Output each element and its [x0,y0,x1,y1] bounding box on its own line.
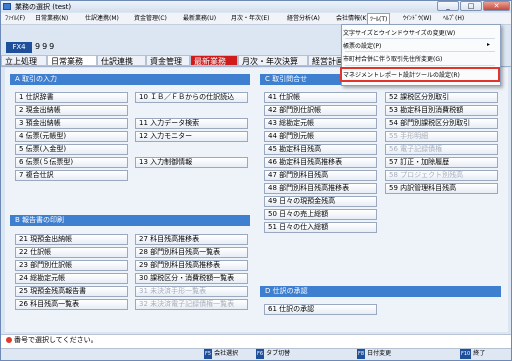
menu-item-10[interactable]: 10 ＩＢ／ＦＢからの仕訳読込 [135,92,248,103]
menu-item-22[interactable]: 22 仕訳帳 [15,247,128,258]
menu-item-23[interactable]: 23 部門別仕訳帳 [15,260,128,271]
menu-item-21[interactable]: 21 現預金出納帳 [15,234,128,245]
tab-funds[interactable]: 資金管理 [146,55,190,66]
menu-separator [345,38,495,39]
menu-item-61[interactable]: 61 仕訳の承認 [264,304,377,315]
menu-item-58: 58 プロジェクト別残高 [385,170,498,181]
menu-analysis[interactable]: 経営分析(A) [285,13,322,24]
menu-item-26[interactable]: 26 科目残高一覧表 [15,299,128,310]
menu-file[interactable]: ﾌｧｲﾙ(F) [3,13,27,24]
menu-company-info[interactable]: 会社情報(K) [334,13,371,24]
menu-item-52[interactable]: 52 課税区分別取引 [385,92,498,103]
tab-latest[interactable]: 最新業務 [190,55,238,66]
menu-item-12[interactable]: 12 入力モニター [135,131,248,142]
menu-item-46[interactable]: 46 勘定科目残高推移表 [264,157,377,168]
tab-setup[interactable]: 立上処理 [1,55,47,66]
fkey-f8-button[interactable]: F8 日付変更 [357,349,391,359]
status-message: 番号で選択してください。 [14,336,98,344]
window-title: 業務の選択 (test) [15,3,72,11]
maximize-button[interactable]: □ [460,1,482,11]
menu-item-31: 31 未決済手形一覧表 [135,286,248,297]
menu-item-2[interactable]: 2 現金出納帳 [15,105,128,116]
menu-item-57[interactable]: 57 訂正・加除履歴 [385,157,498,168]
menu-item-55: 55 手形明細 [385,131,498,142]
menu-separator [345,65,495,66]
menu-item-28[interactable]: 28 部門別科目残高一覧表 [135,247,248,258]
main-window: 業務の選択 (test) _ □ ✕ ﾌｧｲﾙ(F) 日常業務(N) 仕訳連携(… [0,0,512,361]
menu-monthly-yearly[interactable]: 月次・年次(E) [229,13,271,24]
menu-item-13[interactable]: 13 入力制御情報 [135,157,248,168]
minimize-button[interactable]: _ [437,1,459,11]
section-d-header: D 仕訳の承認 [260,286,501,297]
menu-item-47[interactable]: 47 部門別科目残高 [264,170,377,181]
menu-item-7[interactable]: 7 複合仕訳 [15,170,128,181]
menu-item-6[interactable]: 6 伝票(５伝票型) [15,157,128,168]
menu-item-59[interactable]: 59 内訳管理科目残高 [385,183,498,194]
tab-monthly-yearly[interactable]: 月次・年次決算 [238,55,308,66]
menu-funds[interactable]: 資金管理(C) [132,13,169,24]
menu-latest[interactable]: 最新業務(U) [181,13,218,24]
heart-icon [6,337,12,343]
fkey-f6-button[interactable]: F6 タブ切替 [256,349,290,359]
menu-item-43[interactable]: 43 総勘定元帳 [264,118,377,129]
menu-item-56: 56 電子記録債権 [385,144,498,155]
company-number: 999 [35,42,57,51]
menu-item-44[interactable]: 44 部門別元帳 [264,131,377,142]
tools-menu-item-report-settings[interactable]: 帳票の設定(P) [343,41,381,50]
product-badge: FX4 [6,42,32,53]
menu-help[interactable]: ﾍﾙﾌﾟ(H) [441,13,466,24]
menu-item-53[interactable]: 53 勘定科目別消費税額 [385,105,498,116]
menu-separator [345,51,495,52]
fkey-f5-button[interactable]: F5 会社選択 [204,349,238,359]
menu-item-25[interactable]: 25 現預金残高報告書 [15,286,128,297]
menu-item-50[interactable]: 50 日々の売上総額 [264,209,377,220]
app-icon [3,3,11,10]
menu-item-41[interactable]: 41 仕訳帳 [264,92,377,103]
tab-daily[interactable]: 日常業務 [47,55,97,66]
fkey-f10-button[interactable]: F10 終了 [460,349,485,359]
menu-item-5[interactable]: 5 伝票(入金型) [15,144,128,155]
menu-item-3[interactable]: 3 預金出納帳 [15,118,128,129]
close-button[interactable]: ✕ [483,1,510,11]
menu-item-49[interactable]: 49 日々の現預金残高 [264,196,377,207]
menu-item-45[interactable]: 45 勘定科目残高 [264,144,377,155]
menu-item-11[interactable]: 11 入力データ検索 [135,118,248,129]
menu-item-51[interactable]: 51 日々の仕入総額 [264,222,377,233]
menu-journal-link[interactable]: 仕訳連携(M) [83,13,121,24]
menu-item-4[interactable]: 4 伝票(元帳型) [15,131,128,142]
menu-item-42[interactable]: 42 部門別仕訳帳 [264,105,377,116]
menu-daily[interactable]: 日常業務(N) [33,13,70,24]
submenu-arrow-icon: ▸ [487,41,491,48]
menu-item-30[interactable]: 30 課税区分・消費税額一覧表 [135,273,248,284]
tools-menu-item-window-size[interactable]: 文字サイズとウインドウサイズの変更(W) [343,28,455,37]
menu-window[interactable]: ｳｲﾝﾄﾞｳ(W) [401,13,434,24]
section-b-header: B 報告書の印刷 [10,215,250,226]
tab-journal-link[interactable]: 仕訳連携 [97,55,146,66]
tools-menu-item-address-change[interactable]: 市町村合併に伴う取引先住所変更(G) [343,54,442,63]
menu-item-29[interactable]: 29 部門別科目残高推移表 [135,260,248,271]
menu-tools[interactable]: ﾂｰﾙ(T) [367,13,391,24]
menu-item-54[interactable]: 54 部門別課税区分別取引 [385,118,498,129]
menu-item-27[interactable]: 27 科目残高推移表 [135,234,248,245]
menu-item-1[interactable]: 1 仕訳辞書 [15,92,128,103]
menu-item-32: 32 未決済電子記録債権一覧表 [135,299,248,310]
tools-menu-item-management-report[interactable]: マネジメントレポート設計ツールの設定(R) [343,70,460,79]
menu-item-48[interactable]: 48 部門別科目残高推移表 [264,183,377,194]
menu-item-24[interactable]: 24 総勘定元帳 [15,273,128,284]
section-a-header: A 取引の入力 [10,74,250,85]
title-bar: 業務の選択 (test) [1,1,511,12]
